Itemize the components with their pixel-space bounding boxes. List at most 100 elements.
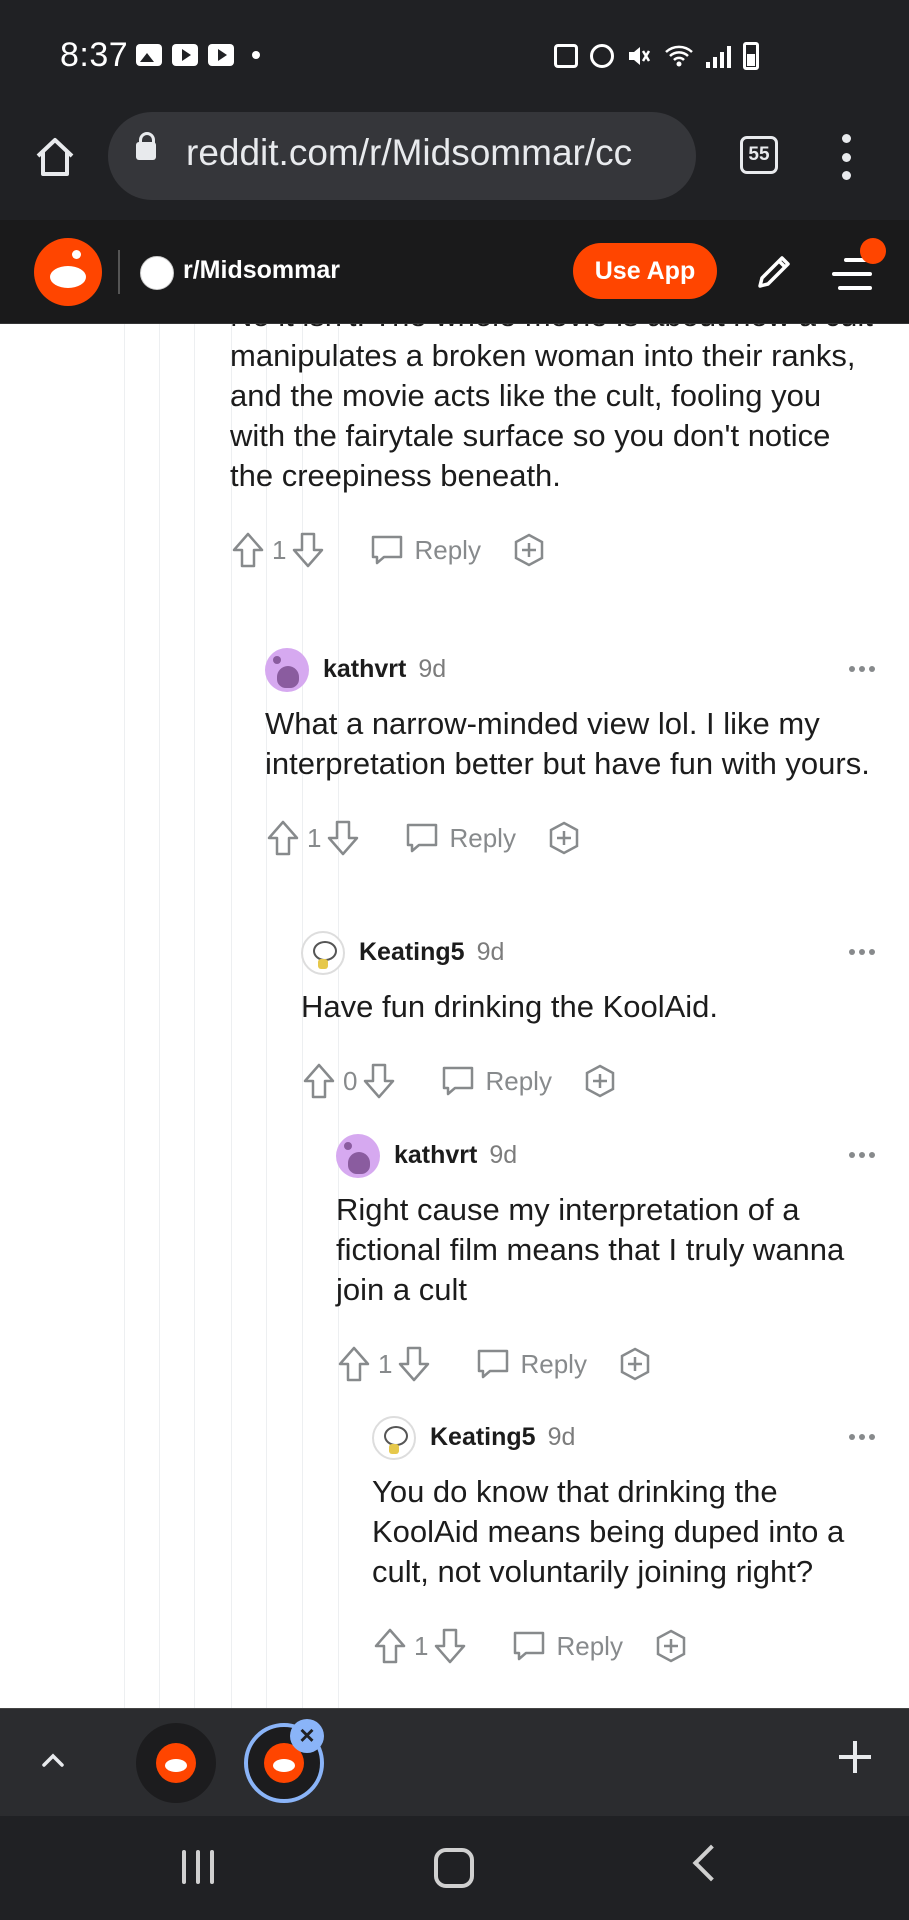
comment-header: Keating5 9d [372,1414,909,1462]
new-tab-plus-icon[interactable] [835,1737,875,1777]
recents-icon[interactable] [182,1850,214,1884]
comment-body: What a narrow-minded view lol. I like my… [265,706,870,781]
reply-button[interactable]: Reply [439,1064,552,1098]
award-plus-icon[interactable] [653,1628,689,1664]
more-dots-icon[interactable] [849,1152,875,1158]
reply-button[interactable]: Reply [368,533,481,567]
vote-count: 0 [343,1065,358,1096]
vote-count: 1 [378,1348,393,1379]
header-divider [118,250,120,294]
downvote-arrow-icon[interactable] [325,818,361,858]
gallery-notification-icon [136,44,162,66]
lock-icon[interactable] [136,132,156,160]
reply-label: Reply [520,1348,587,1379]
thread-line[interactable] [194,324,195,1708]
comment-body: Right cause my interpretation of a ficti… [336,1192,845,1307]
comment: kathvrt 9d Right cause my interpretation … [336,1132,909,1386]
system-icons [554,42,759,70]
status-bar: 8:37 [0,0,909,110]
comment-time: 9d [476,938,505,966]
alarm-icon [590,44,614,68]
data-saver-icon [554,44,578,68]
reddit-favicon-icon [156,1743,196,1783]
url-text[interactable]: reddit.com/r/Midsommar/cc [186,132,632,174]
chevron-up-icon[interactable] [38,1745,68,1775]
browser-menu-icon[interactable] [840,134,852,180]
upvote-arrow-icon[interactable] [372,1626,408,1666]
speech-bubble-icon [407,823,438,853]
address-bar[interactable]: reddit.com/r/Midsommar/cc [108,112,696,200]
downvote-arrow-icon[interactable] [432,1626,468,1666]
use-app-button[interactable]: Use App [573,243,717,299]
comment-actions: 1 Reply [372,1624,909,1668]
comment-body: Have fun drinking the KoolAid. [301,989,719,1024]
upvote-arrow-icon[interactable] [230,530,266,570]
comment-username[interactable]: kathvrt 9d [323,655,446,684]
wifi-icon [665,45,693,67]
pencil-icon[interactable] [750,248,798,296]
home-icon[interactable] [30,132,80,182]
comment-time: 9d [547,1423,576,1451]
award-plus-icon[interactable] [546,820,582,856]
youtube-notification-icon-2 [208,44,234,66]
downvote-arrow-icon[interactable] [361,1061,397,1101]
reddit-logo-icon[interactable] [34,238,102,306]
mute-icon [629,47,651,65]
subreddit-name[interactable]: r/Midsommar [183,256,340,285]
reply-label: Reply [449,822,516,853]
upvote-arrow-icon[interactable] [336,1344,372,1384]
comment-username[interactable]: Keating5 9d [359,938,504,967]
user-avatar[interactable] [336,1134,380,1178]
upvote-arrow-icon[interactable] [301,1061,337,1101]
user-avatar[interactable] [301,931,345,975]
hamburger-menu-icon[interactable] [832,258,872,290]
user-avatar[interactable] [265,648,309,692]
award-plus-icon[interactable] [511,532,547,568]
more-notifications-dot-icon [252,51,260,59]
award-plus-icon[interactable] [582,1063,618,1099]
battery-icon [743,42,759,70]
comment-actions: 1 Reply [265,816,909,860]
comment-body: You do know that drinking the KoolAid me… [372,1474,845,1589]
comment-header: kathvrt 9d [336,1132,909,1180]
tab-chip-reddit[interactable] [136,1723,216,1803]
reply-button[interactable]: Reply [403,821,516,855]
downvote-arrow-icon[interactable] [290,530,326,570]
thread-line[interactable] [124,324,125,1708]
more-dots-icon[interactable] [849,949,875,955]
more-dots-icon[interactable] [849,1434,875,1440]
more-dots-icon[interactable] [849,666,875,672]
reddit-header: r/Midsommar Use App [0,220,909,324]
award-plus-icon[interactable] [617,1346,653,1382]
downvote-arrow-icon[interactable] [396,1344,432,1384]
comment: Keating5 9d Have fun drinking the KoolAid… [301,929,909,1103]
reply-label: Reply [414,534,481,565]
tab-strip: × [0,1708,909,1816]
comment-time: 9d [489,1141,518,1169]
system-navigation-bar [0,1816,909,1920]
comment-actions: 1 Reply [336,1342,909,1386]
back-icon[interactable] [692,1844,730,1882]
reply-button[interactable]: Reply [510,1629,623,1663]
comment: Keating5 9d You do know that drinking the… [372,1414,909,1668]
comment-actions: 1 Reply [230,528,909,572]
speech-bubble-icon [443,1066,474,1096]
status-time: 8:37 [60,36,129,74]
close-tab-icon[interactable]: × [290,1719,324,1753]
reply-button[interactable]: Reply [474,1347,587,1381]
upvote-arrow-icon[interactable] [265,818,301,858]
user-avatar[interactable] [372,1416,416,1460]
comment-thread: No it isn't. The whole movie is about ho… [0,324,909,1708]
home-button-icon[interactable] [434,1848,474,1888]
speech-bubble-icon [478,1349,509,1379]
subreddit-avatar[interactable] [140,256,174,290]
comment-header: Keating5 9d [301,929,909,977]
comment-time: 9d [418,655,447,683]
comment-username[interactable]: Keating5 9d [430,1423,575,1452]
tab-switcher-button[interactable]: 55 [740,136,778,174]
reply-label: Reply [485,1065,552,1096]
vote-count: 1 [307,822,322,853]
comment-username[interactable]: kathvrt 9d [394,1141,517,1170]
vote-count: 1 [414,1630,429,1661]
thread-line[interactable] [159,324,160,1708]
